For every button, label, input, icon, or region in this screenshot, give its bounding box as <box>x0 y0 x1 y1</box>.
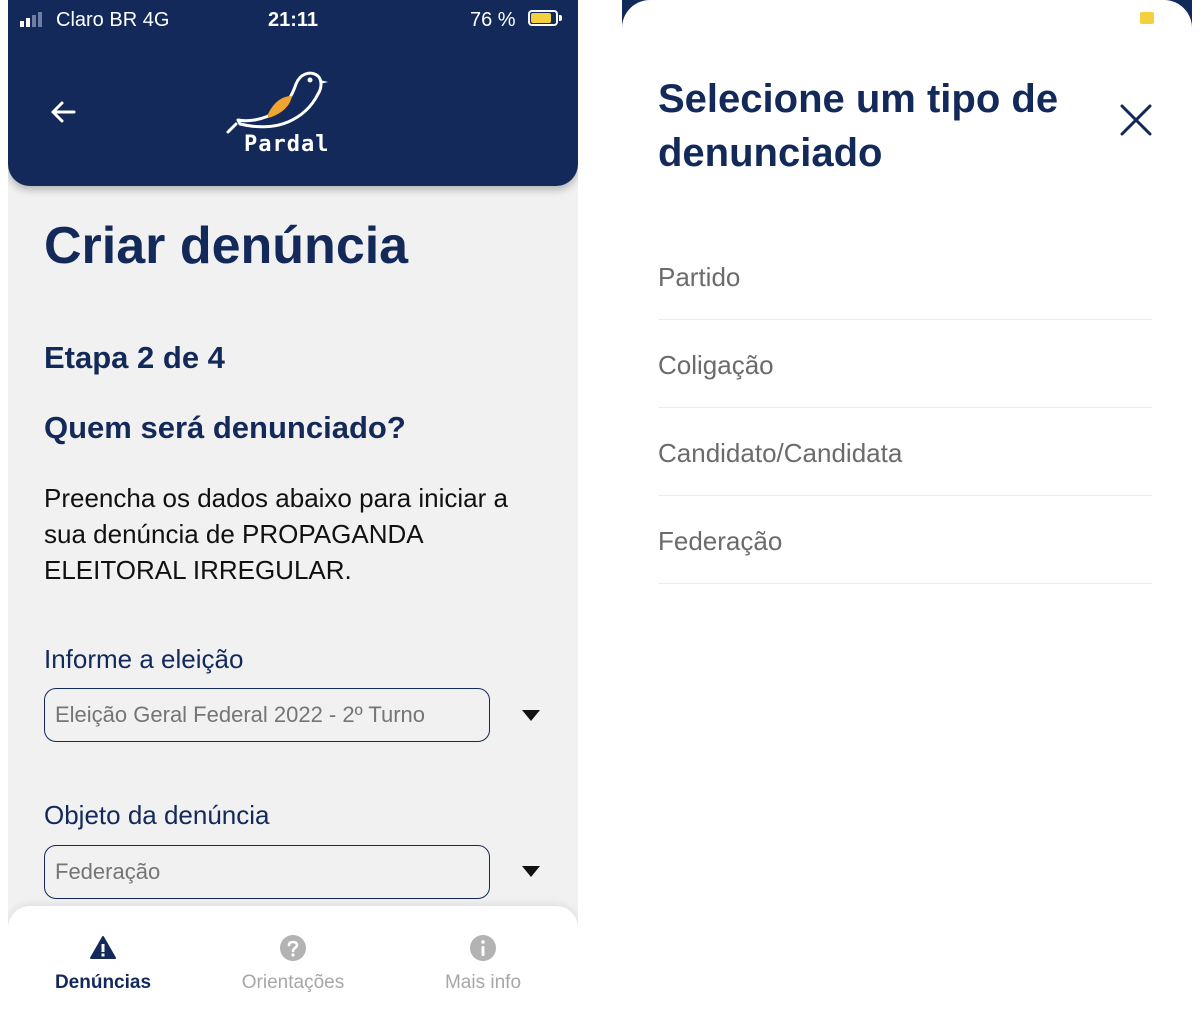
election-field-label: Informe a eleição <box>44 644 244 674</box>
select-denunciado-modal: Selecione um tipo de denunciado Partido … <box>622 0 1192 1014</box>
modal-title: Selecione um tipo de denunciado <box>658 77 1059 175</box>
signal-icon <box>20 12 42 27</box>
page-title: Criar denúncia <box>44 217 409 275</box>
info-circle-icon <box>470 935 496 961</box>
carrier-label: Claro BR 4G <box>56 9 170 31</box>
modal-corner <box>1162 0 1192 30</box>
denunciado-type-list: Partido Coligação Candidato/Candidata Fe… <box>658 232 1152 584</box>
clock: 21:11 <box>268 9 319 31</box>
option-federacao[interactable]: Federação <box>658 496 1152 584</box>
option-candidato[interactable]: Candidato/Candidata <box>658 408 1152 496</box>
object-select[interactable]: Federação <box>44 845 490 899</box>
election-select[interactable]: Eleição Geral Federal 2022 - 2º Turno <box>44 688 490 742</box>
warning-triangle-icon <box>90 936 116 959</box>
tab-denuncias[interactable]: Denúncias <box>8 906 198 1014</box>
question-circle-icon <box>280 935 306 961</box>
option-partido[interactable]: Partido <box>658 232 1152 320</box>
object-field-label: Objeto da denúncia <box>44 800 270 830</box>
tab-mais-info[interactable]: Mais info <box>388 906 578 1014</box>
chevron-down-icon[interactable] <box>522 710 540 721</box>
bottom-navigation: Denúncias Orientações Mais info <box>8 906 578 1014</box>
tab-label: Denúncias <box>54 972 152 993</box>
criar-denuncia-screen: Claro BR 4G 21:11 76 % Pardal Criar denú… <box>8 0 578 1014</box>
battery-icon <box>528 10 562 26</box>
chevron-down-icon[interactable] <box>522 866 540 877</box>
option-coligacao[interactable]: Coligação <box>658 320 1152 408</box>
step-indicator: Etapa 2 de 4 <box>44 340 225 375</box>
battery-icon <box>1140 12 1154 24</box>
modal-corner <box>622 0 652 30</box>
tab-orientacoes[interactable]: Orientações <box>198 906 388 1014</box>
app-header: Claro BR 4G 21:11 76 % Pardal <box>8 0 578 186</box>
tab-label: Orientações <box>241 972 345 993</box>
instructions-text: Preencha os dados abaixo para iniciar a … <box>44 483 508 585</box>
app-logo-text: Pardal <box>244 132 330 157</box>
close-icon[interactable] <box>1118 102 1154 138</box>
arrow-left-icon[interactable] <box>44 92 84 132</box>
battery-percent: 76 % <box>470 9 516 31</box>
section-question: Quem será denunciado? <box>44 410 406 445</box>
tab-label: Mais info <box>444 972 522 993</box>
status-bar: Claro BR 4G 21:11 76 % <box>8 0 578 40</box>
